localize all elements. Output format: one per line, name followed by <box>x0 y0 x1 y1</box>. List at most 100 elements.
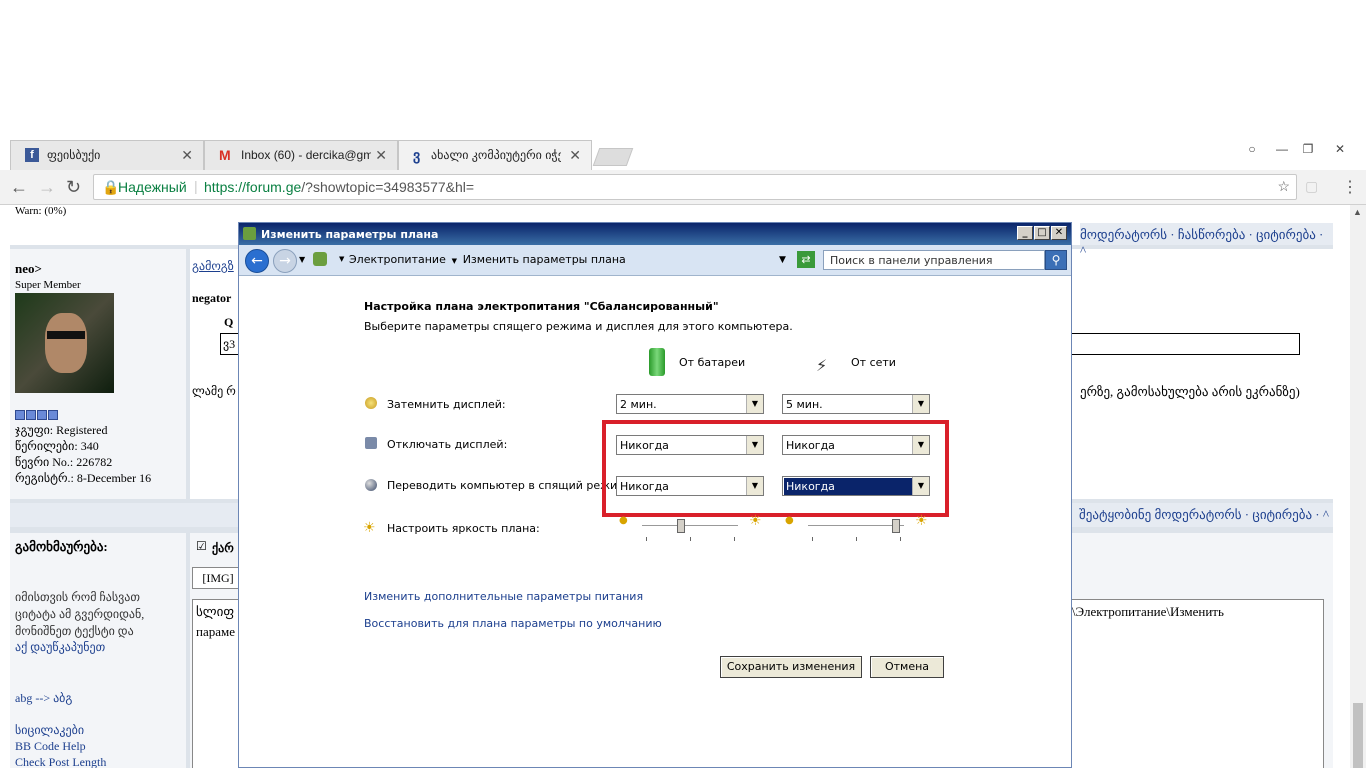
quote-label: Q <box>224 315 234 329</box>
user-number: წევრი No.: 226782 <box>15 455 113 469</box>
reply-header: გამოხმაურება: <box>15 539 108 554</box>
bookmark-star-icon[interactable]: ☆ <box>1277 178 1290 195</box>
search-input[interactable]: Поиск в панели управления <box>823 250 1045 270</box>
turn-off-display-icon <box>365 437 377 449</box>
dialog-address-bar: ← → ▼ ▼ Электропитание ▼ Изменить параме… <box>239 245 1071 276</box>
tab-gmail[interactable]: M Inbox (60) - dercika@gmail.com ✕ <box>204 140 398 170</box>
bright-sun-icon: ☀ <box>915 513 928 529</box>
post-author: negator <box>192 291 232 305</box>
address-dropdown-icon[interactable]: ▼ <box>779 255 786 265</box>
checkbox-icon[interactable]: ☑ <box>196 539 207 554</box>
power-plan-dialog: Изменить параметры плана _ □ ✕ ← → ▼ ▼ Э… <box>238 222 1072 768</box>
battery-column-header: От батареи <box>679 356 746 369</box>
scrollbar-thumb[interactable] <box>1353 703 1363 768</box>
user-registered: რეგისტრ.: 8-December 16 <box>15 471 152 485</box>
crumb-edit-plan[interactable]: Изменить параметры плана <box>463 253 626 266</box>
post-title-link[interactable]: გამოგზ <box>192 259 234 274</box>
minimize-icon[interactable]: — <box>1268 140 1296 160</box>
slider-thumb[interactable] <box>677 519 686 533</box>
brightness-ac-slider[interactable] <box>808 519 904 543</box>
bbcode-help-link[interactable]: BB Code Help <box>15 739 86 754</box>
browser-toolbar: ← → ↻ 🔒 Надежный | https://forum.ge/?sho… <box>0 170 1366 205</box>
bright-sun-icon: ☀ <box>749 513 762 529</box>
page-scrollbar[interactable]: ▲ <box>1350 205 1366 768</box>
close-tab-icon[interactable]: ✕ <box>181 147 193 164</box>
sleep-label: Переводить компьютер в спящий режим: <box>387 479 630 492</box>
reply-hint: იმისთვის რომ ჩასვათ ციტატა ამ გვერდიდან,… <box>15 590 145 638</box>
smilies-link[interactable]: სიცილაკები <box>15 723 84 738</box>
post-actions-top: მოდერატორს · ჩასწორება · ციტირება · ^ <box>1080 223 1333 258</box>
restore-icon[interactable]: ❐ <box>1294 140 1322 160</box>
ac-column-header: От сети <box>851 356 896 369</box>
restore-defaults-link[interactable]: Восстановить для плана параметры по умол… <box>364 617 662 630</box>
advanced-settings-link[interactable]: Изменить дополнительные параметры питани… <box>364 590 643 603</box>
address-bar[interactable]: 🔒 Надежный | https://forum.ge/?showtopic… <box>93 174 1297 200</box>
slider-thumb[interactable] <box>891 519 900 533</box>
dim-display-ac-select[interactable]: 5 мин. ▼ <box>782 394 930 414</box>
battery-icon <box>649 348 665 376</box>
control-panel-icon <box>243 227 256 240</box>
reload-icon[interactable]: ↻ <box>66 177 81 198</box>
check-length-link[interactable]: Check Post Length <box>15 755 106 768</box>
breadcrumb: Электропитание ▼ Изменить параметры план… <box>349 253 626 266</box>
scroll-up-icon[interactable]: ▲ <box>1353 207 1362 217</box>
crumb-power[interactable]: Электропитание <box>349 253 446 266</box>
close-button[interactable]: ✕ <box>1051 226 1067 240</box>
gmail-icon: M <box>219 147 231 163</box>
reply-checkbox-label: ქარ <box>212 541 234 555</box>
control-panel-icon <box>313 252 327 266</box>
post-text: ლამე რ <box>192 384 236 398</box>
menu-icon[interactable]: ⋮ <box>1342 177 1358 197</box>
user-posts: წერილები: 340 <box>15 439 99 453</box>
close-window-icon[interactable]: ✕ <box>1326 140 1354 160</box>
plug-icon: ⚡ <box>816 356 828 375</box>
search-icon[interactable]: ⚲ <box>1045 250 1067 270</box>
quote-here-link[interactable]: აქ დაუწკაპუნეთ <box>15 640 105 655</box>
plan-heading: Настройка плана электропитания "Сбаланси… <box>364 300 719 313</box>
user-name[interactable]: neo> <box>15 261 42 277</box>
minimize-button[interactable]: _ <box>1017 226 1033 240</box>
user-rank: Super Member <box>15 279 81 291</box>
tab-forum[interactable]: ვ ახალი კომპიუტერი იჭედება ✕ <box>398 140 592 170</box>
brightness-label: Настроить яркость плана: <box>387 522 540 535</box>
chevron-down-icon: ▼ <box>746 395 763 413</box>
tab-title: Inbox (60) - dercika@gmail.com <box>241 148 371 162</box>
extension-icon[interactable]: ▢ <box>1305 178 1318 195</box>
warn-text: Warn: (0%) <box>15 205 67 217</box>
forward-arrow-icon[interactable]: → <box>273 249 297 273</box>
tab-title: ფეისბუქი <box>47 148 101 162</box>
post-text-right: ერზე, გამოსახულება არის ეკრანზე) <box>1080 384 1300 399</box>
brightness-icon: ☀ <box>363 520 376 536</box>
close-tab-icon[interactable]: ✕ <box>569 147 581 164</box>
abg-link[interactable]: abg --> აბგ <box>15 691 72 706</box>
new-tab-button[interactable] <box>592 148 634 166</box>
dialog-titlebar[interactable]: Изменить параметры плана _ □ ✕ <box>239 223 1071 245</box>
profile-icon[interactable]: ○ <box>1238 140 1266 160</box>
chevron-down-icon: ▼ <box>912 395 929 413</box>
img-button[interactable]: [IMG] <box>192 567 244 589</box>
history-dropdown-icon[interactable]: ▼ <box>299 255 305 264</box>
close-tab-icon[interactable]: ✕ <box>375 147 387 164</box>
cancel-button[interactable]: Отмена <box>870 656 944 678</box>
turn-off-display-label: Отключать дисплей: <box>387 438 508 451</box>
tab-strip: f ფეისბუქი ✕ M Inbox (60) - dercika@gmai… <box>0 140 1366 170</box>
back-icon[interactable]: ← <box>10 177 28 198</box>
back-arrow-icon[interactable]: ← <box>245 249 269 273</box>
dialog-title: Изменить параметры плана <box>261 228 439 241</box>
tab-title: ახალი კომპიუტერი იჭედება <box>431 148 561 162</box>
rank-pips <box>15 409 58 424</box>
reply-sidebar: გამოხმაურება: იმისთვის რომ ჩასვათ ციტატა… <box>10 533 186 768</box>
url-text: https://forum.ge/?showtopic=34983577&hl= <box>204 179 475 195</box>
maximize-button[interactable]: □ <box>1034 226 1050 240</box>
secure-label: Надежный <box>118 179 187 195</box>
dim-display-battery-select[interactable]: 2 мин. ▼ <box>616 394 764 414</box>
user-group: ჯგუფი: Registered <box>15 423 108 437</box>
facebook-icon: f <box>25 148 39 162</box>
forward-icon[interactable]: → <box>38 177 56 198</box>
dim-sun-icon: ● <box>785 515 794 526</box>
tab-facebook[interactable]: f ფეისბუქი ✕ <box>10 140 204 170</box>
refresh-icon[interactable]: ⇄ <box>797 251 815 268</box>
annotation-highlight-box <box>602 420 949 517</box>
save-button[interactable]: Сохранить изменения <box>720 656 862 678</box>
brightness-battery-slider[interactable] <box>642 519 738 543</box>
